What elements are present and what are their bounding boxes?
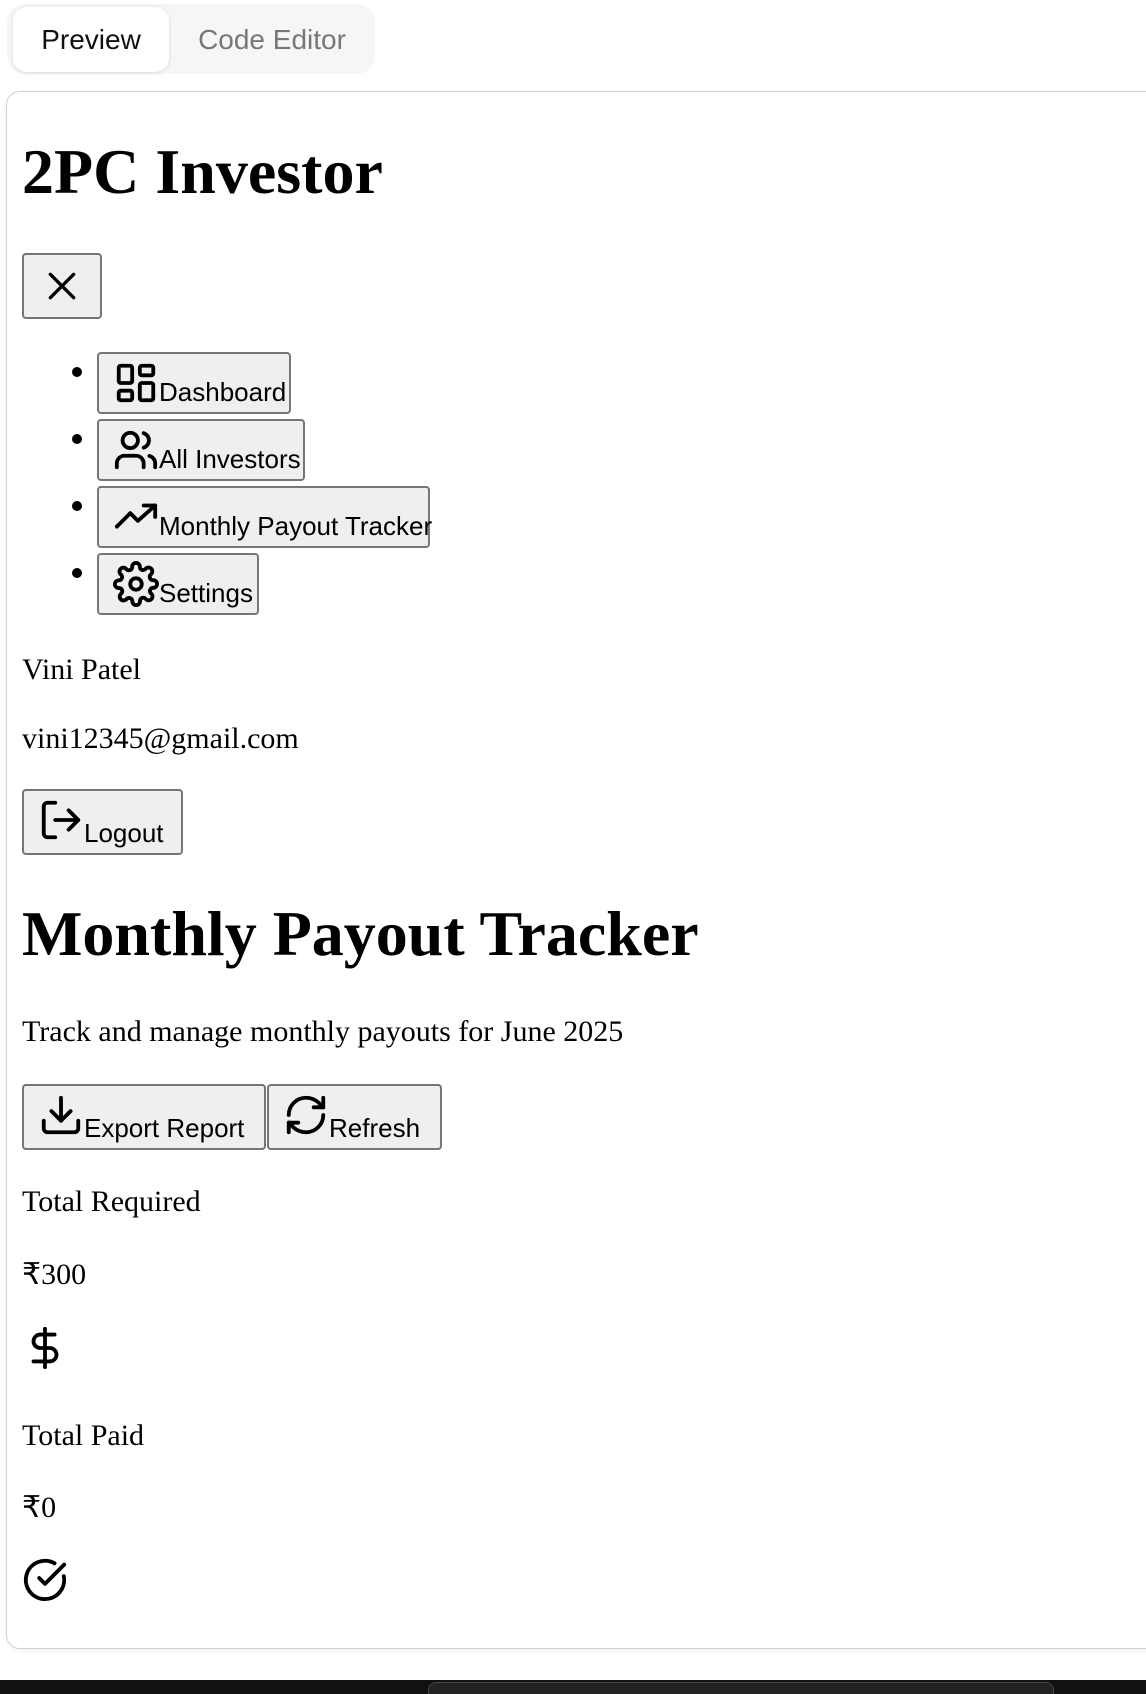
tab-code-editor[interactable]: Code Editor (177, 7, 367, 72)
close-menu-button[interactable] (22, 253, 102, 319)
total-paid-label: Total Paid (22, 1419, 145, 1452)
nav-all-investors-button[interactable]: All Investors (97, 419, 305, 481)
tab-preview[interactable]: Preview (13, 7, 169, 72)
logout-label: Logout (84, 818, 164, 848)
check-circle-icon (22, 1557, 68, 1608)
logout-icon (38, 797, 84, 843)
app-title: 2PC Investor (22, 136, 383, 207)
total-required-label: Total Required (22, 1185, 201, 1218)
dashboard-icon (113, 360, 159, 406)
page-subtitle: Track and manage monthly payouts for Jun… (22, 1015, 624, 1048)
bottom-bar (0, 1680, 1146, 1694)
user-name: Vini Patel (22, 653, 142, 686)
close-icon (48, 272, 76, 300)
preview-frame: 2PC Investor Dashboard All Investors Mon… (6, 91, 1146, 1649)
nav-monthly-payout-tracker-label: Monthly Payout Tracker (159, 511, 433, 541)
refresh-label: Refresh (329, 1113, 421, 1143)
trending-up-icon (113, 494, 159, 540)
nav-dashboard-label: Dashboard (159, 377, 287, 407)
gear-icon (113, 561, 159, 607)
nav-settings-label: Settings (159, 578, 253, 608)
nav-dashboard-button[interactable]: Dashboard (97, 352, 291, 414)
nav-all-investors-label: All Investors (159, 444, 301, 474)
list-bullet (72, 568, 82, 578)
nav-monthly-payout-tracker-button[interactable]: Monthly Payout Tracker (97, 486, 433, 548)
nav-settings-button[interactable]: Settings (97, 553, 259, 615)
page-title: Monthly Payout Tracker (22, 898, 699, 969)
total-required-value: ₹300 (22, 1258, 87, 1291)
logout-button[interactable]: Logout (22, 789, 183, 855)
list-bullet (72, 501, 82, 511)
bottom-input-edge (428, 1682, 1054, 1694)
download-icon (38, 1092, 84, 1138)
list-bullet (72, 434, 82, 444)
list-bullet (72, 367, 82, 377)
refresh-icon (283, 1092, 329, 1138)
dollar-icon (22, 1325, 68, 1376)
export-report-label: Export Report (84, 1113, 245, 1143)
user-email: vini12345@gmail.com (22, 722, 299, 755)
refresh-button[interactable]: Refresh (267, 1084, 442, 1150)
users-icon (113, 427, 159, 473)
export-report-button[interactable]: Export Report (22, 1084, 266, 1150)
total-paid-value: ₹0 (22, 1491, 57, 1524)
view-tab-bar: Preview Code Editor (7, 4, 375, 74)
